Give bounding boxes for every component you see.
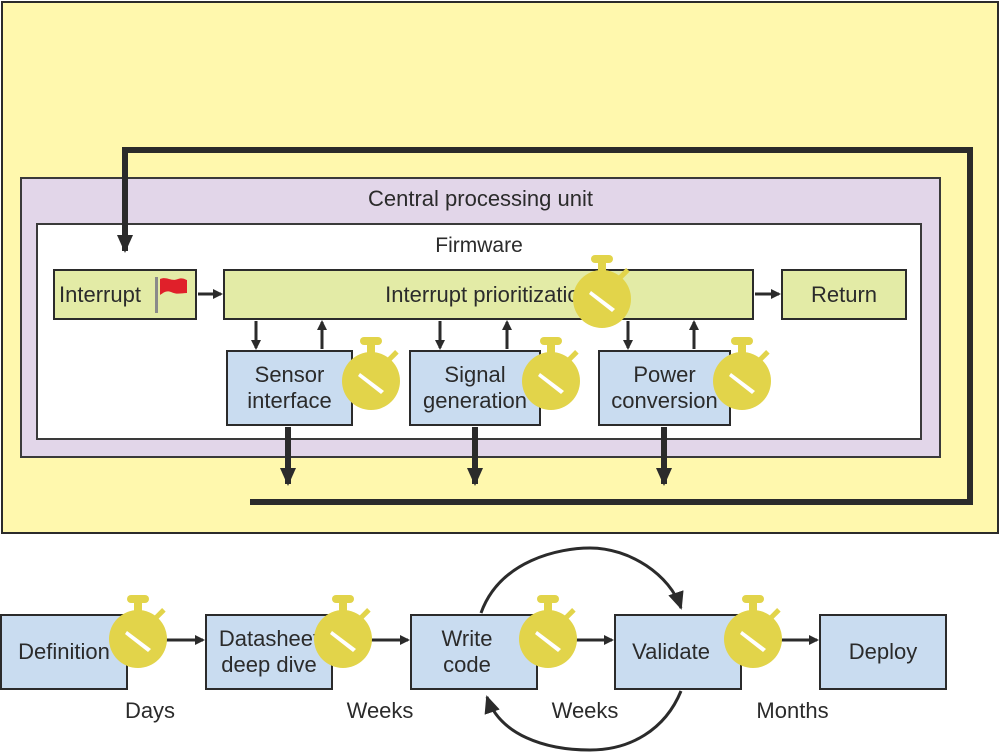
flow-step-definition: Definition [0, 614, 128, 690]
flow-step-validate: Validate [614, 614, 742, 690]
interrupt-prioritization-label: Interrupt prioritization [385, 281, 592, 307]
power-conversion-label-line2: conversion [611, 388, 718, 413]
return-label: Return [810, 281, 878, 307]
flow-step-deploy: Deploy [819, 614, 947, 690]
signal-generation-label-line2: generation [423, 388, 527, 413]
duration-label-weeks-1: Weeks [346, 698, 414, 723]
flow-step-label: Definition [18, 639, 110, 664]
flag-icon [155, 277, 187, 313]
duration-label-months: Months [756, 698, 829, 723]
flow-step-label: Validate [632, 639, 710, 664]
interrupt-label: Interrupt [59, 281, 141, 307]
flow-step-label-line2: deep dive [221, 652, 317, 677]
signal-generation-block: Signal generation [409, 350, 541, 426]
flow-step-label-line1: Datasheet [218, 626, 320, 651]
flow-step-label-line1: Write [441, 626, 493, 651]
sensor-interface-label-line1: Sensor [254, 362, 325, 387]
power-conversion-block: Power conversion [598, 350, 731, 426]
duration-label-weeks-2: Weeks [551, 698, 619, 723]
duration-label-days: Days [124, 698, 176, 723]
flow-step-label: Deploy [848, 639, 918, 664]
flow-step-datasheet: Datasheet deep dive [205, 614, 333, 690]
power-conversion-label-line1: Power [633, 362, 696, 387]
loop-arc-top [479, 546, 684, 614]
return-block: Return [781, 269, 907, 320]
flow-step-write-code: Write code [410, 614, 538, 690]
firmware-label: Firmware [435, 234, 523, 257]
sensor-interface-label-line2: interface [247, 388, 332, 413]
signal-generation-label-line1: Signal [444, 362, 506, 387]
flow-step-label-line2: code [443, 652, 491, 677]
sensor-interface-block: Sensor interface [226, 350, 353, 426]
interrupt-prioritization-block: Interrupt prioritization [223, 269, 754, 320]
cpu-label: Central processing unit [367, 186, 593, 211]
